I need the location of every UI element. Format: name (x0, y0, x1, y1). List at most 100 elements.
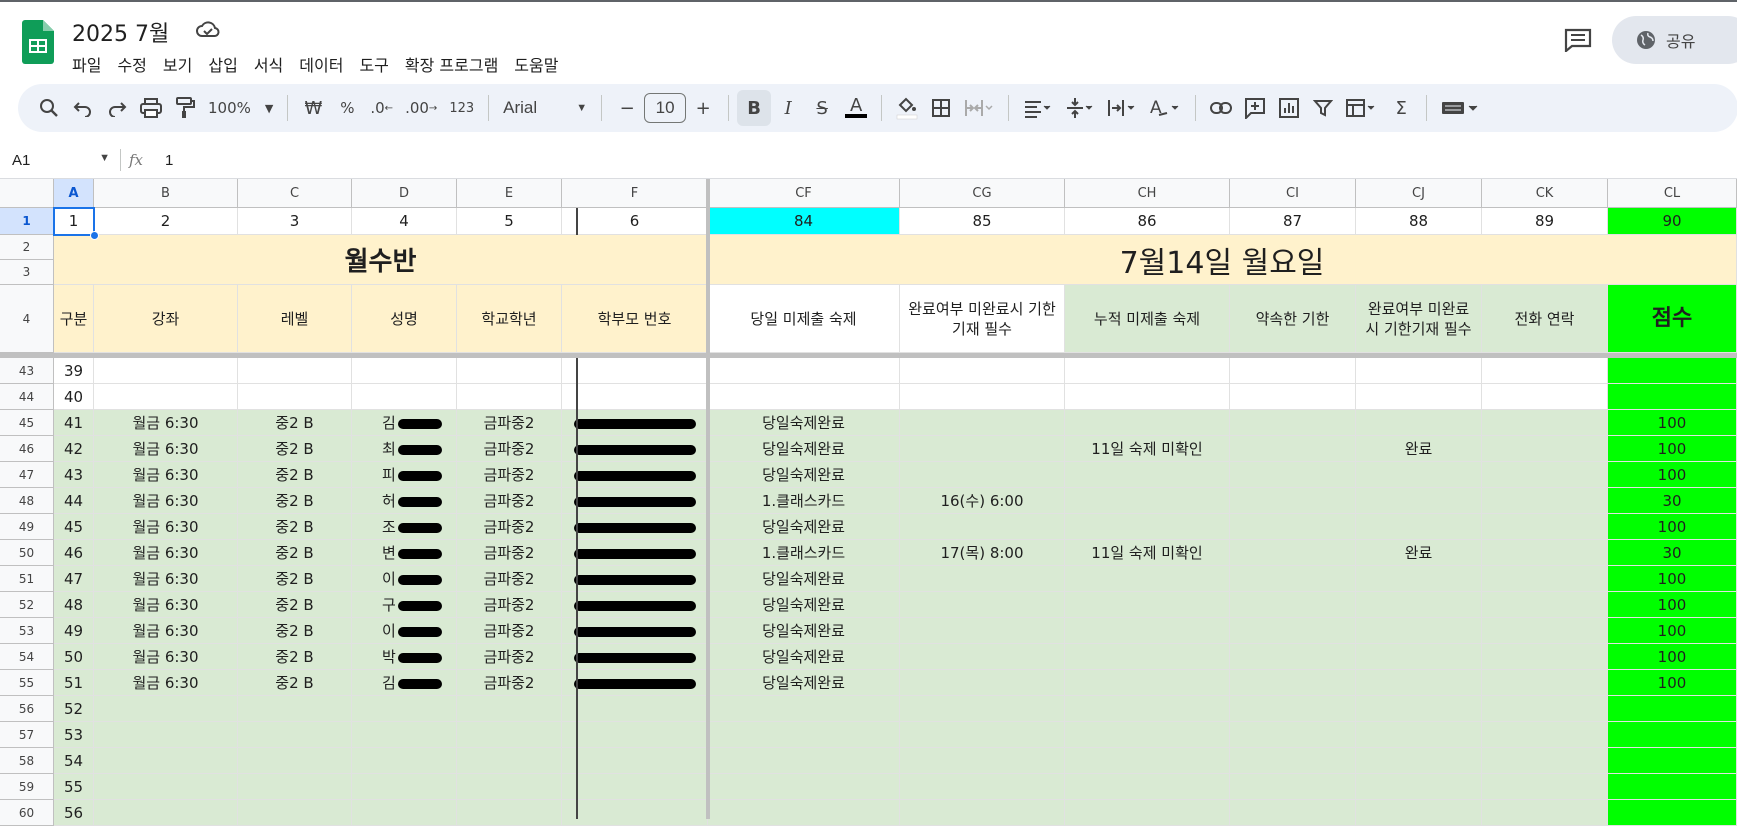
data-cell[interactable] (900, 566, 1065, 592)
data-cell[interactable] (352, 722, 457, 748)
data-cell[interactable] (1356, 592, 1482, 618)
data-cell[interactable] (1482, 436, 1608, 462)
column-title[interactable]: 레벨 (238, 285, 352, 353)
menu-insert[interactable]: 삽입 (200, 50, 245, 78)
data-cell[interactable] (1230, 566, 1356, 592)
column-header-cj[interactable]: CJ (1356, 179, 1482, 208)
column-title[interactable]: 완료여부 미완료시 기한기재 필수 (1356, 285, 1482, 353)
data-cell[interactable]: 1.클래스카드 (708, 488, 900, 514)
column-header-e[interactable]: E (457, 179, 562, 208)
font-size-input[interactable]: 10 (644, 93, 687, 123)
data-cell[interactable]: 11일 숙제 미확인 (1065, 436, 1230, 462)
data-cell[interactable]: 당일숙제완료 (708, 436, 900, 462)
row-header[interactable]: 50 (0, 540, 54, 566)
cell-row1[interactable]: 5 (457, 208, 562, 235)
currency-format-button[interactable]: ₩ (296, 90, 330, 126)
row-header[interactable]: 54 (0, 644, 54, 670)
data-cell[interactable] (900, 670, 1065, 696)
data-cell[interactable] (708, 748, 900, 774)
frozen-columns-divider[interactable] (706, 179, 710, 819)
data-cell[interactable]: 11일 숙제 미확인 (1065, 540, 1230, 566)
data-cell[interactable] (1482, 748, 1608, 774)
column-title[interactable]: 완료여부 미완료시 기한기재 필수 (900, 285, 1065, 353)
data-cell[interactable] (1356, 462, 1482, 488)
column-header-ck[interactable]: CK (1482, 179, 1608, 208)
row-header[interactable]: 47 (0, 462, 54, 488)
data-cell[interactable]: 금파중2 (457, 670, 562, 696)
data-cell[interactable]: 중2 B (238, 566, 352, 592)
data-cell[interactable] (1608, 722, 1737, 748)
section-title-left[interactable]: 월수반 (54, 235, 708, 285)
data-cell[interactable]: 중2 B (238, 618, 352, 644)
data-cell[interactable]: 49 (54, 618, 94, 644)
data-cell[interactable]: 1.클래스카드 (708, 540, 900, 566)
data-cell[interactable] (900, 436, 1065, 462)
menu-help[interactable]: 도움말 (506, 50, 566, 78)
data-cell[interactable] (900, 514, 1065, 540)
cloud-saved-icon[interactable] (196, 20, 220, 38)
row-header[interactable]: 44 (0, 384, 54, 410)
cell-row1[interactable]: 89 (1482, 208, 1608, 235)
data-cell[interactable] (1230, 644, 1356, 670)
menu-edit[interactable]: 수정 (109, 50, 154, 78)
row-header-4[interactable]: 4 (0, 285, 54, 353)
data-cell[interactable]: 월금 6:30 (94, 644, 238, 670)
row-header-2[interactable]: 2 (0, 235, 54, 260)
horizontal-align-icon[interactable] (1017, 90, 1059, 126)
data-cell[interactable]: 43 (54, 462, 94, 488)
cell-row1[interactable]: 2 (94, 208, 238, 235)
paint-format-icon[interactable] (168, 90, 202, 126)
data-cell[interactable] (1356, 410, 1482, 436)
row-header[interactable]: 45 (0, 410, 54, 436)
data-cell[interactable] (1482, 592, 1608, 618)
menu-file[interactable]: 파일 (72, 50, 109, 78)
insert-comment-icon[interactable] (1238, 90, 1272, 126)
data-cell[interactable] (1356, 488, 1482, 514)
data-cell[interactable] (1482, 800, 1608, 826)
row-header[interactable]: 58 (0, 748, 54, 774)
data-cell[interactable] (94, 800, 238, 826)
data-cell[interactable] (1482, 358, 1608, 384)
cell-row1[interactable]: 4 (352, 208, 457, 235)
menu-tools[interactable]: 도구 (351, 50, 396, 78)
column-title[interactable]: 약속한 기한 (1230, 285, 1356, 353)
column-title[interactable]: 누적 미제출 숙제 (1065, 285, 1230, 353)
data-cell[interactable]: 금파중2 (457, 540, 562, 566)
font-family-select[interactable]: Arial ▼ (497, 90, 593, 126)
data-cell[interactable] (562, 748, 708, 774)
menu-extensions[interactable]: 확장 프로그램 (397, 50, 506, 78)
data-cell[interactable]: 당일숙제완료 (708, 670, 900, 696)
data-cell[interactable] (1230, 410, 1356, 436)
data-cell[interactable] (562, 774, 708, 800)
data-cell[interactable] (1608, 358, 1737, 384)
data-cell[interactable]: 금파중2 (457, 436, 562, 462)
data-cell[interactable] (457, 774, 562, 800)
data-cell[interactable] (457, 748, 562, 774)
row-header[interactable]: 59 (0, 774, 54, 800)
data-cell[interactable] (457, 800, 562, 826)
data-cell[interactable] (1356, 722, 1482, 748)
data-cell[interactable]: 16(수) 6:00 (900, 488, 1065, 514)
data-cell[interactable]: 30 (1608, 488, 1737, 514)
data-cell[interactable] (1065, 462, 1230, 488)
data-cell[interactable] (1230, 436, 1356, 462)
data-cell[interactable] (900, 800, 1065, 826)
increase-font-size-button[interactable]: + (686, 90, 720, 126)
zoom-select[interactable]: 100% ▼ (202, 90, 279, 126)
row-header[interactable]: 51 (0, 566, 54, 592)
sheets-logo-icon[interactable] (22, 20, 54, 64)
column-title[interactable]: 학교학년 (457, 285, 562, 353)
data-cell[interactable]: 당일숙제완료 (708, 410, 900, 436)
data-cell[interactable]: 금파중2 (457, 462, 562, 488)
data-cell[interactable] (1356, 566, 1482, 592)
data-cell[interactable] (1482, 774, 1608, 800)
data-cell[interactable] (900, 748, 1065, 774)
data-cell[interactable] (94, 748, 238, 774)
cell-row1[interactable]: 84 (708, 208, 900, 235)
data-cell[interactable]: 50 (54, 644, 94, 670)
data-cell[interactable]: 100 (1608, 566, 1737, 592)
data-cell[interactable]: 월금 6:30 (94, 436, 238, 462)
data-cell[interactable] (1230, 514, 1356, 540)
column-header-a[interactable]: A (54, 179, 94, 208)
data-cell[interactable] (1065, 644, 1230, 670)
